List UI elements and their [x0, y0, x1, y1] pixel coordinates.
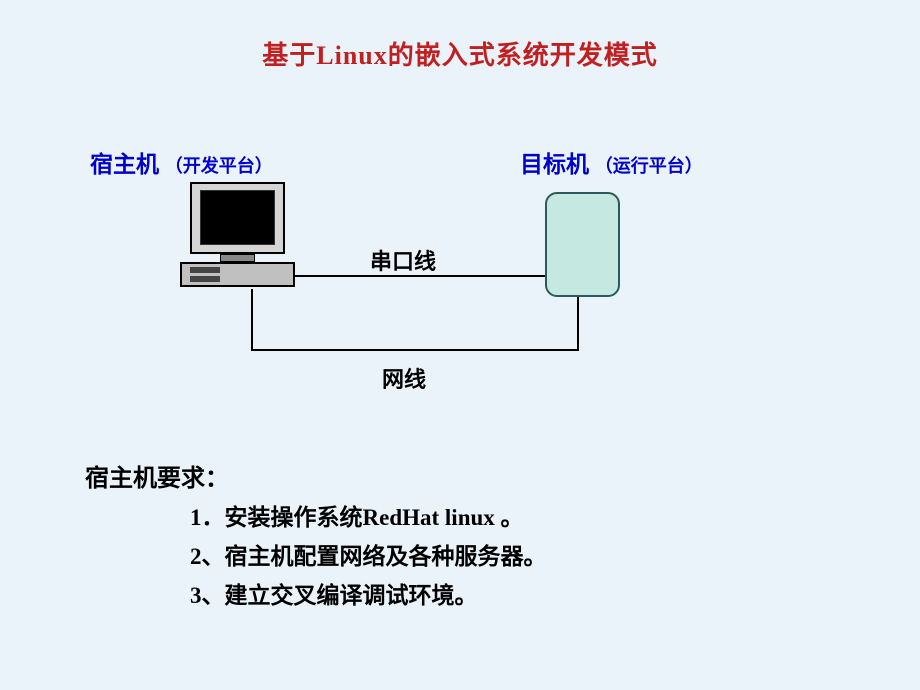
- network-line-segment: [251, 289, 253, 349]
- list-item: 3、建立交叉编译调试环境。: [190, 576, 547, 615]
- requirements-title: 宿主机要求：: [85, 458, 229, 493]
- list-item: 2、宿主机配置网络及各种服务器。: [190, 537, 547, 576]
- monitor-screen: [200, 190, 275, 245]
- serial-line-label: 串口线: [370, 244, 436, 276]
- requirements-list: 1．安装操作系统RedHat linux 。 2、宿主机配置网络及各种服务器。 …: [190, 498, 547, 615]
- computer-slot: [190, 267, 220, 273]
- computer-icon: [180, 182, 295, 297]
- target-sublabel: （运行平台）: [595, 156, 703, 176]
- target-label: 目标机 （运行平台）: [520, 145, 703, 179]
- computer-slot: [190, 276, 220, 282]
- target-label-text: 目标机: [520, 152, 589, 177]
- host-label: 宿主机 （开发平台）: [90, 145, 273, 179]
- target-device-icon: [545, 192, 620, 297]
- monitor-base: [220, 254, 255, 262]
- network-line-segment: [577, 297, 579, 351]
- host-label-text: 宿主机: [90, 152, 159, 177]
- slide-title: 基于Linux的嵌入式系统开发模式: [0, 0, 920, 72]
- host-sublabel: （开发平台）: [165, 156, 273, 176]
- network-line-label: 网线: [382, 362, 426, 394]
- network-line-segment: [251, 349, 579, 351]
- list-item: 1．安装操作系统RedHat linux 。: [190, 498, 547, 537]
- monitor-outer: [190, 182, 285, 254]
- computer-box: [180, 262, 295, 287]
